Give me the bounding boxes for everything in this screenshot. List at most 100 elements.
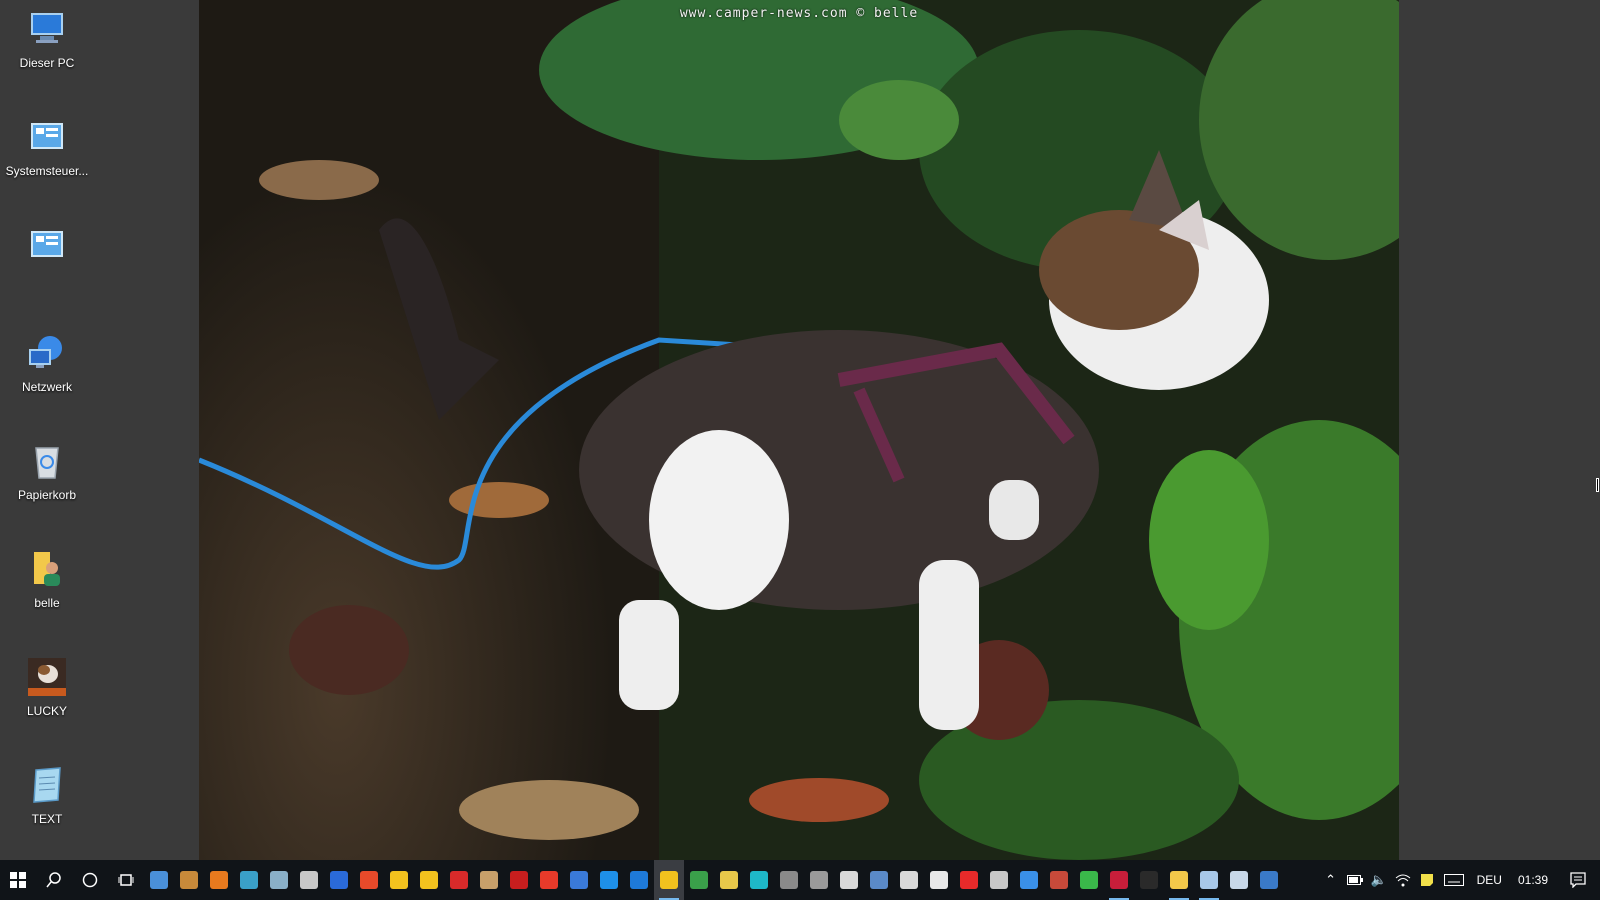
taskbar-pinned-apps: [144, 860, 1284, 900]
app-icon: [360, 871, 378, 889]
desktop-icon-systemsteuerung[interactable]: Systemsteuer...: [2, 108, 92, 204]
taskbar-app-35[interactable]: [1194, 860, 1224, 900]
clock[interactable]: 01:39: [1510, 873, 1556, 887]
cortana-button[interactable]: [72, 860, 108, 900]
desktop-icon-label: Papierkorb: [17, 488, 77, 502]
taskbar-app-29[interactable]: [1014, 860, 1044, 900]
app-icon: [930, 871, 948, 889]
taskbar-app-5[interactable]: [294, 860, 324, 900]
action-center-button[interactable]: [1556, 860, 1600, 900]
taskbar-app-21[interactable]: [774, 860, 804, 900]
taskbar-app-4[interactable]: [264, 860, 294, 900]
app-icon: [390, 871, 408, 889]
app-icon: [570, 871, 588, 889]
taskbar-app-17[interactable]: [654, 860, 684, 900]
taskbar-app-23[interactable]: [834, 860, 864, 900]
desktop-icon-lucky[interactable]: LUCKY: [2, 648, 92, 744]
app-icon: [1260, 871, 1278, 889]
app-icon: [300, 871, 318, 889]
control-panel-icon: [31, 123, 63, 149]
app-icon: [1020, 871, 1038, 889]
taskbar-app-8[interactable]: [384, 860, 414, 900]
battery-icon[interactable]: [1343, 860, 1367, 900]
taskbar-app-9[interactable]: [414, 860, 444, 900]
taskbar-app-22[interactable]: [804, 860, 834, 900]
taskbar-app-11[interactable]: [474, 860, 504, 900]
taskbar-app-32[interactable]: [1104, 860, 1134, 900]
desktop-icon-netzwerk[interactable]: Netzwerk: [2, 324, 92, 420]
start-button[interactable]: [0, 860, 36, 900]
desktop-icon-control-panel-2[interactable]: [2, 216, 92, 312]
taskbar-app-36[interactable]: [1224, 860, 1254, 900]
wallpaper-photo: www.camper-news.com © belle: [199, 0, 1399, 860]
desktop-icon-label: Dieser PC: [19, 56, 75, 70]
windows-logo-icon: [10, 872, 26, 888]
taskbar-app-34[interactable]: [1164, 860, 1194, 900]
desktop-icon-label: TEXT: [31, 812, 63, 826]
search-button[interactable]: [36, 860, 72, 900]
file-explorer-icon: [1170, 871, 1188, 889]
control-panel-icon: [31, 231, 63, 257]
taskbar-app-15[interactable]: [594, 860, 624, 900]
search-app-icon: [210, 871, 228, 889]
taskbar-app-12[interactable]: [504, 860, 534, 900]
computer-icon: [31, 13, 63, 43]
desktop-icon-label: belle: [34, 596, 60, 610]
app-icon: [720, 871, 738, 889]
user-folder-icon: [34, 552, 60, 586]
taskbar-app-30[interactable]: [1044, 860, 1074, 900]
taskbar-app-24[interactable]: [864, 860, 894, 900]
cat-photo: [199, 0, 1399, 860]
app-icon: [1200, 871, 1218, 889]
taskbar-app-19[interactable]: [714, 860, 744, 900]
chrome-icon: [690, 871, 708, 889]
taskbar-app-3[interactable]: [234, 860, 264, 900]
taskbar-app-28[interactable]: [984, 860, 1014, 900]
task-view-button[interactable]: [108, 860, 144, 900]
desktop-icon-text[interactable]: TEXT: [2, 756, 92, 852]
language-indicator[interactable]: DEU: [1469, 873, 1510, 887]
download-icon: [540, 871, 558, 889]
app-icon: [1080, 871, 1098, 889]
desktop-icon-belle[interactable]: belle: [2, 540, 92, 636]
taskbar-app-6[interactable]: [324, 860, 354, 900]
volume-icon[interactable]: 🔈: [1367, 860, 1391, 900]
taskbar-app-26[interactable]: [924, 860, 954, 900]
taskbar-app-7[interactable]: [354, 860, 384, 900]
desktop: www.camper-news.com © belle Dieser PC Sy…: [0, 0, 1600, 860]
recycle-bin-icon: [35, 447, 59, 479]
taskbar-app-25[interactable]: [894, 860, 924, 900]
chevron-up-icon[interactable]: ⌃: [1319, 860, 1343, 900]
filezilla-icon: [510, 871, 528, 889]
desktop-icon-label: Netzwerk: [21, 380, 72, 394]
taskbar-app-14[interactable]: [564, 860, 594, 900]
desktop-icon-papierkorb[interactable]: Papierkorb: [2, 432, 92, 528]
pen-icon: [900, 871, 918, 889]
taskbar-app-20[interactable]: [744, 860, 774, 900]
taskbar-app-37[interactable]: [1254, 860, 1284, 900]
taskbar-app-27[interactable]: [954, 860, 984, 900]
sticky-note-icon[interactable]: [1415, 860, 1439, 900]
taskbar-app-10[interactable]: [444, 860, 474, 900]
app-icon: [480, 871, 498, 889]
app-icon: [330, 871, 348, 889]
calculator-icon: [780, 871, 798, 889]
photo-watermark: www.camper-news.com © belle: [679, 6, 919, 21]
taskbar-app-18[interactable]: [684, 860, 714, 900]
taskbar: ⌃ 🔈 DEU 01:39: [0, 860, 1600, 900]
taskbar-app-31[interactable]: [1074, 860, 1104, 900]
taskbar-app-0[interactable]: [144, 860, 174, 900]
keyboard-icon[interactable]: [1439, 860, 1469, 900]
taskbar-app-13[interactable]: [534, 860, 564, 900]
app-icon: [270, 871, 288, 889]
ie-icon: [600, 871, 618, 889]
taskbar-app-2[interactable]: [204, 860, 234, 900]
taskbar-app-1[interactable]: [174, 860, 204, 900]
taskbar-app-16[interactable]: [624, 860, 654, 900]
wifi-icon[interactable]: [1391, 860, 1415, 900]
app-icon: [870, 871, 888, 889]
app-icon: [750, 871, 768, 889]
desktop-icon-dieser-pc[interactable]: Dieser PC: [2, 0, 92, 96]
app-icon: [960, 871, 978, 889]
taskbar-app-33[interactable]: [1134, 860, 1164, 900]
